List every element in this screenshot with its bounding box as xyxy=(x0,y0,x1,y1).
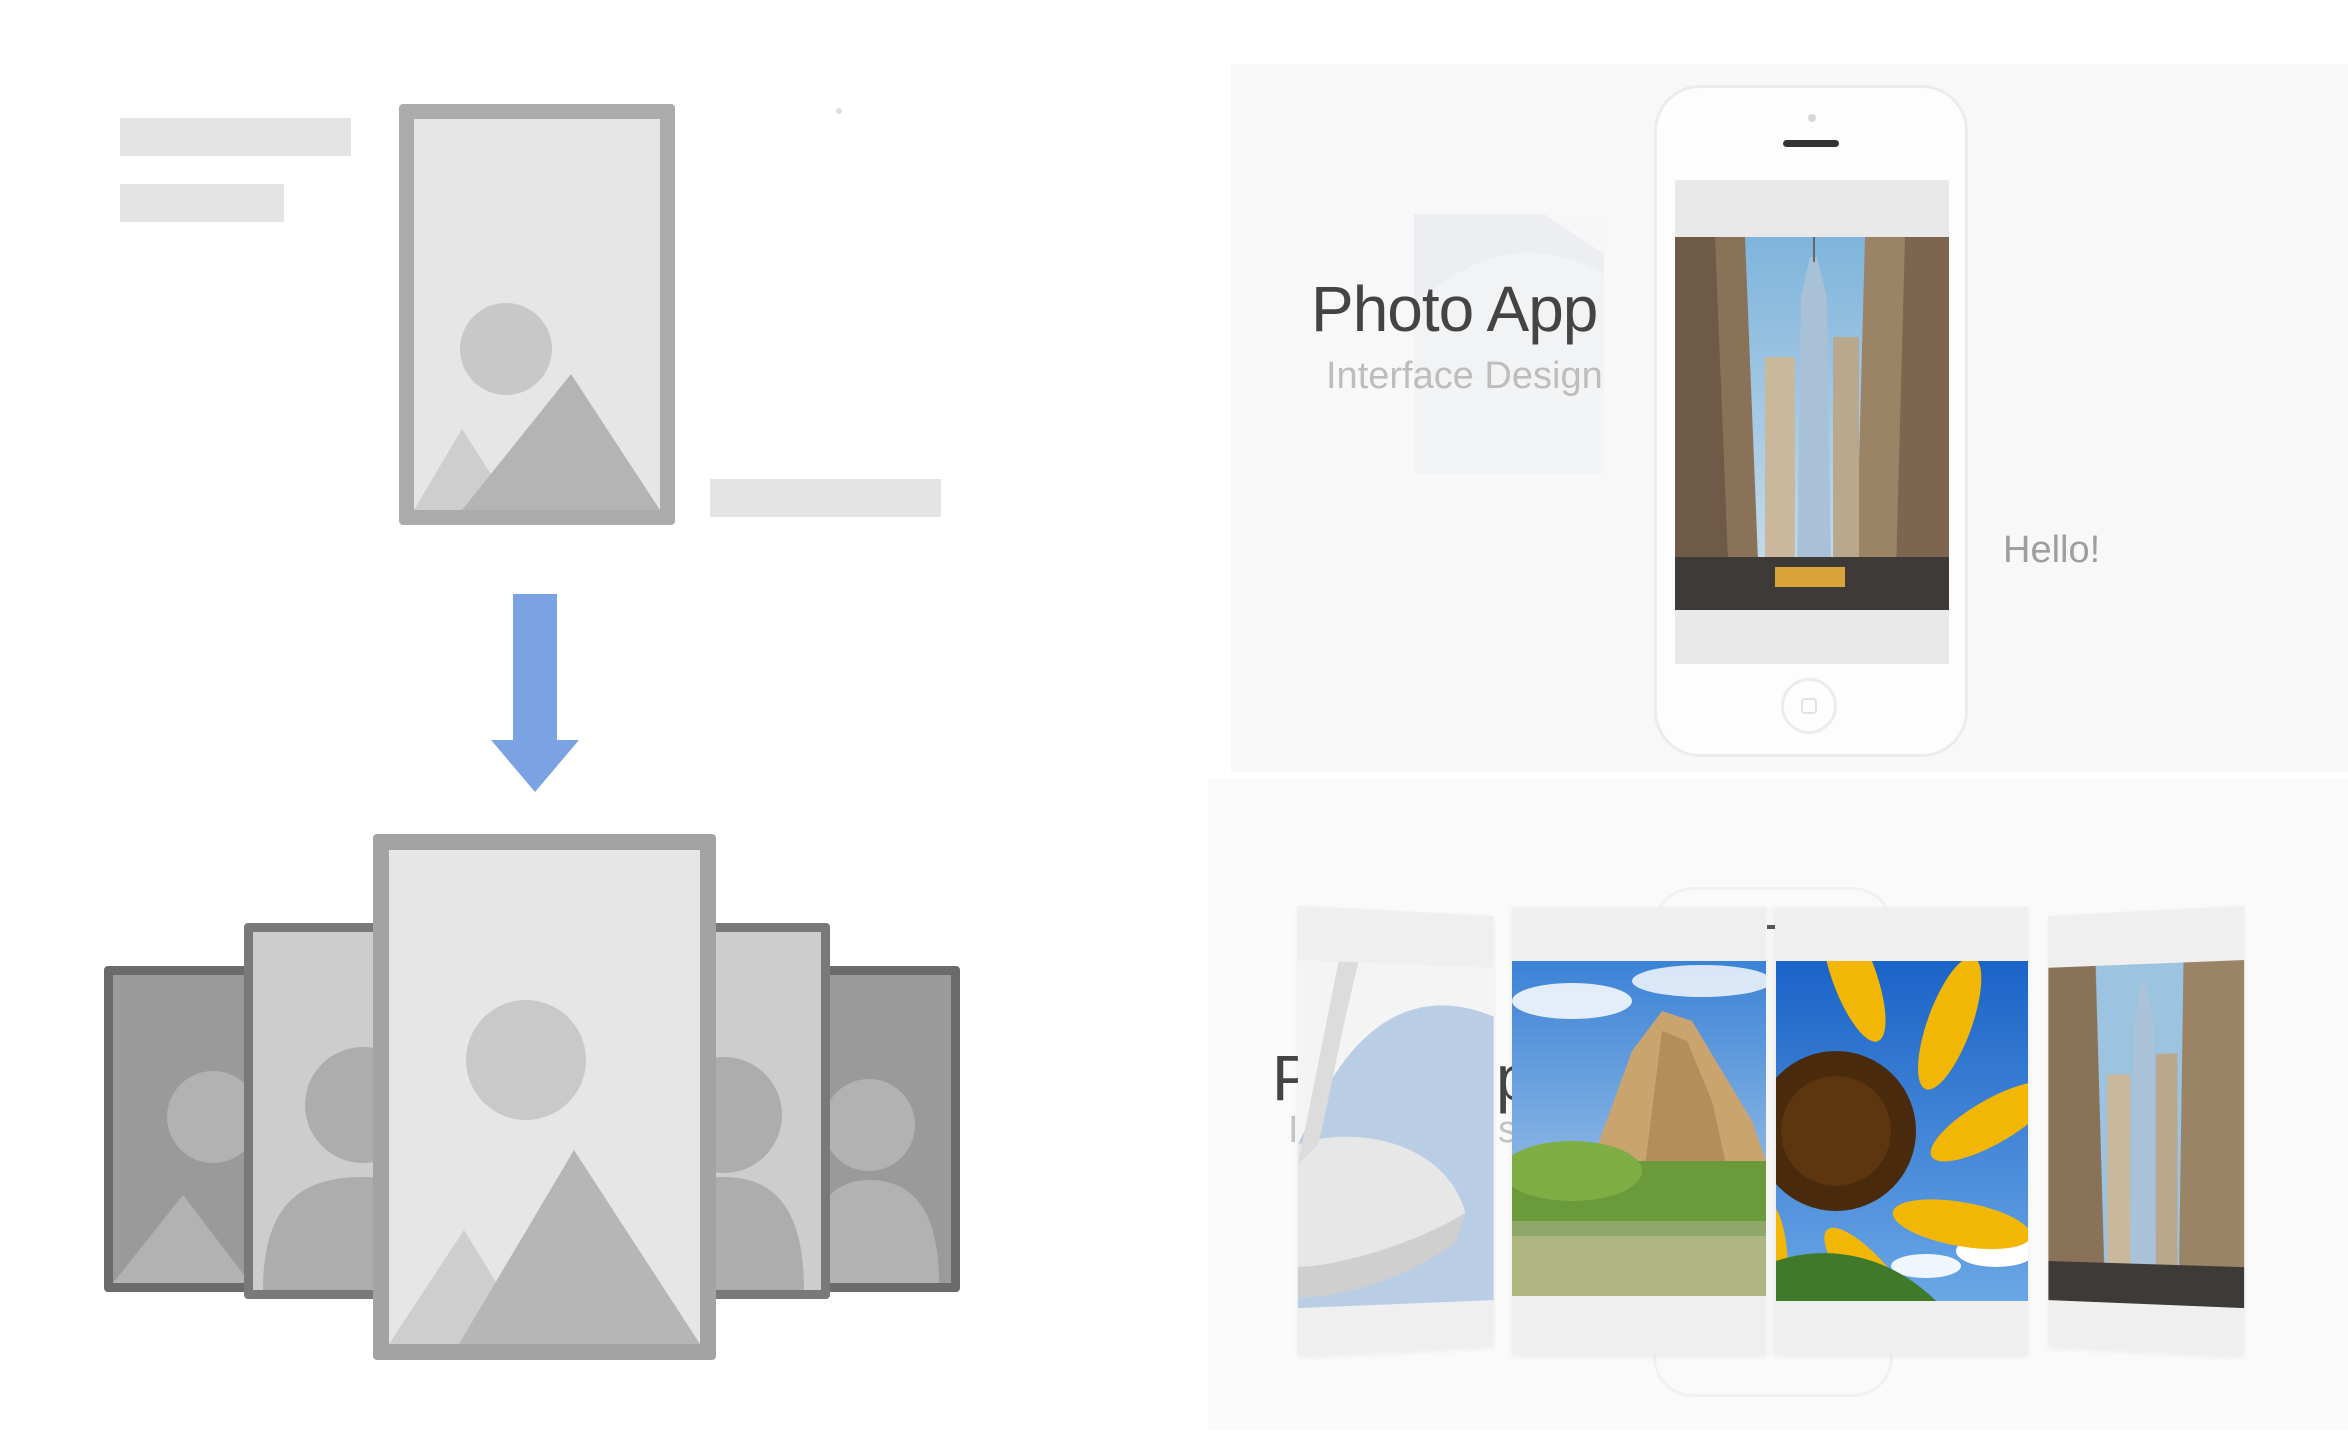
app-subtitle: Interface Design xyxy=(1326,355,1603,397)
phone-screen xyxy=(1675,180,1949,664)
carousel-frame-far-left xyxy=(104,966,259,1292)
carousel-card-rock-landscape[interactable] xyxy=(1512,907,1766,1355)
sunflower-photo xyxy=(1776,961,2028,1301)
single-image-frame xyxy=(399,104,675,525)
phone-speaker xyxy=(1783,140,1839,147)
architecture-photo xyxy=(1297,960,1494,1309)
person-placeholder-icon xyxy=(263,1047,385,1290)
image-placeholder-icon xyxy=(113,1071,250,1283)
carousel-card-architecture[interactable] xyxy=(1297,905,1494,1357)
carousel-frame-right xyxy=(700,923,830,1299)
carousel-card-city-tower[interactable] xyxy=(2048,905,2245,1357)
placeholder-caption-bar xyxy=(710,479,941,517)
carousel-card-sunflower[interactable] xyxy=(1776,907,2028,1355)
down-arrow-icon xyxy=(491,594,579,792)
phone-camera-dot xyxy=(1808,114,1816,122)
image-placeholder-icon xyxy=(414,303,660,510)
rock-landscape-photo xyxy=(1512,961,1766,1296)
phone-mockup-panel: Photo App Interface Design Hello! xyxy=(1231,64,2348,772)
carousel-divider xyxy=(1766,907,1776,1355)
image-placeholder-icon xyxy=(389,1000,700,1344)
greeting-text: Hello! xyxy=(2003,529,2101,571)
home-button-icon[interactable] xyxy=(1781,678,1837,734)
placeholder-subtitle-bar xyxy=(120,184,284,222)
phone-device xyxy=(1654,85,1968,757)
placeholder-title-bar xyxy=(120,118,351,156)
carousel-panel: P p I s xyxy=(1208,779,2348,1430)
person-placeholder-icon xyxy=(709,1057,804,1290)
carousel-frame-left xyxy=(244,923,394,1299)
city-tower-photo xyxy=(1675,237,1949,610)
app-title: Photo App xyxy=(1311,273,1598,345)
city-tower-photo xyxy=(2048,960,2245,1309)
carousel-frame-center xyxy=(373,834,716,1360)
person-placeholder-icon xyxy=(814,1079,939,1283)
placeholder-dot xyxy=(836,108,842,114)
